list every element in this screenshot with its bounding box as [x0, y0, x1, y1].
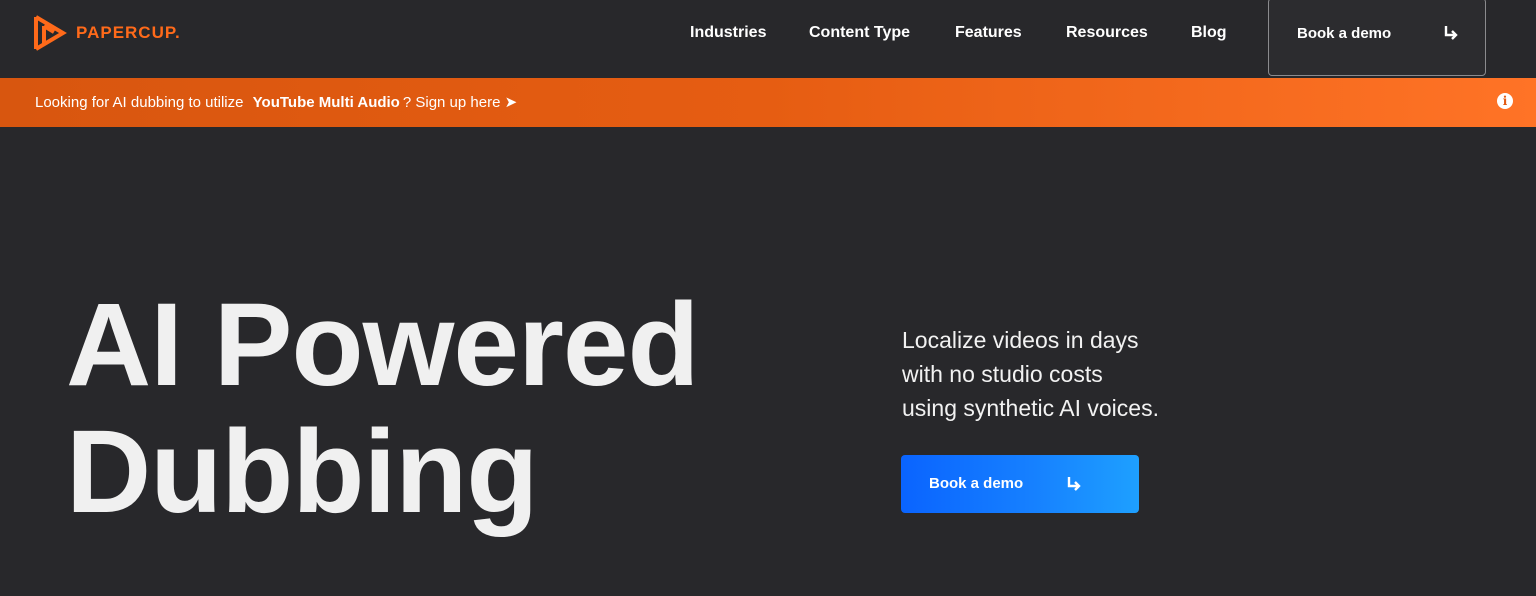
arrow-turn-down-right-icon — [1444, 26, 1458, 40]
hero-title: AI Powered Dubbing — [66, 282, 786, 536]
nav-item-industries[interactable]: Industries — [690, 22, 766, 44]
hero-book-demo-button[interactable]: Book a demo — [901, 455, 1139, 513]
banner-youtube-link[interactable]: YouTube Multi Audio — [253, 94, 400, 111]
nav-item-content-type[interactable]: Content Type — [809, 22, 910, 44]
hero-book-demo-label: Book a demo — [929, 475, 1024, 492]
hero-title-line-2: Dubbing — [66, 406, 538, 538]
logo[interactable]: PAPERCUP. — [33, 14, 181, 52]
banner-text: Looking for AI dubbing to utilize YouTub… — [35, 93, 517, 112]
nav-item-resources[interactable]: Resources — [1066, 22, 1148, 44]
hero-title-line-1: AI Powered — [66, 279, 700, 411]
logo-text: PAPERCUP. — [76, 23, 181, 42]
nav-item-features[interactable]: Features — [955, 22, 1022, 44]
hero-subtitle-line-1: Localize videos in days — [902, 327, 1139, 353]
nav-book-demo-label: Book a demo — [1297, 25, 1392, 42]
page: PAPERCUP. Industries Content Type Featur… — [0, 0, 1536, 596]
papercup-logo-icon — [34, 15, 67, 51]
announcement-banner: Looking for AI dubbing to utilize YouTub… — [0, 78, 1536, 127]
info-icon[interactable]: i — [1497, 93, 1513, 109]
nav-item-blog[interactable]: Blog — [1191, 22, 1227, 44]
top-nav: PAPERCUP. Industries Content Type Featur… — [0, 0, 1536, 78]
hero-subtitle: Localize videos in days with no studio c… — [902, 323, 1262, 425]
nav-book-demo-button[interactable]: Book a demo — [1268, 0, 1486, 76]
hero-subtitle-line-3: using synthetic AI voices. — [902, 395, 1159, 421]
arrow-turn-down-right-icon — [1067, 477, 1081, 491]
banner-prefix: Looking for AI dubbing to utilize — [35, 94, 244, 111]
hero-subtitle-line-2: with no studio costs — [902, 361, 1103, 387]
banner-signup-link[interactable]: ? Sign up here ➤ — [403, 94, 517, 111]
